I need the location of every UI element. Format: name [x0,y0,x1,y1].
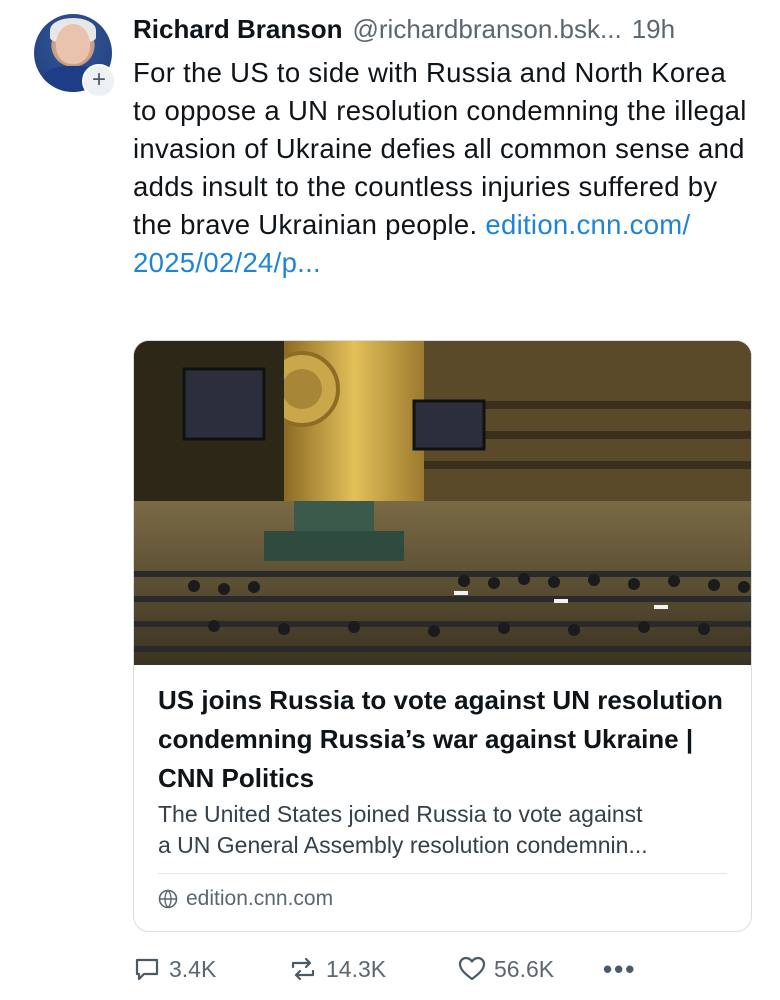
author-avatar[interactable]: + [34,14,116,98]
repost-icon [291,957,315,981]
card-description-line-2: a UN General Assembly resolution condemn… [158,832,648,858]
card-title[interactable]: US joins Russia to vote against UN resol… [158,681,733,798]
follow-plus-icon[interactable]: + [82,64,116,98]
more-options-icon: ••• [603,953,637,984]
un-general-assembly-photo [134,341,751,665]
author-name[interactable]: Richard Branson [133,14,343,44]
card-domain[interactable]: edition.cnn.com [158,887,333,911]
card-image [134,341,751,665]
like-count: 56.6K [494,955,555,982]
more-options-button[interactable]: ••• [603,954,636,985]
reply-button[interactable]: 3.4K [133,955,288,983]
like-button[interactable]: 56.6K [458,956,603,983]
card-domain-text: edition.cnn.com [186,887,334,910]
reply-count: 3.4K [169,955,217,982]
post-body: For the US to side with Russia and North… [133,54,748,282]
link-preview-card[interactable]: US joins Russia to vote against UN resol… [133,340,752,932]
card-divider [158,873,727,874]
heart-icon [458,956,486,981]
post-header: Richard Branson @richardbranson.bsk... 19h [133,14,753,54]
globe-icon [158,889,178,909]
card-description: The United States joined Russia to vote … [158,799,733,861]
reply-icon [135,958,159,981]
repost-count: 14.3K [326,955,387,982]
repost-button[interactable]: 14.3K [288,955,458,983]
card-description-line-1: The United States joined Russia to vote … [158,801,643,827]
post-actions: 3.4K 14.3K 56.6K ••• [133,952,753,986]
post-timestamp[interactable]: 19h [632,14,675,44]
author-handle[interactable]: @richardbranson.bsk... [353,14,622,44]
